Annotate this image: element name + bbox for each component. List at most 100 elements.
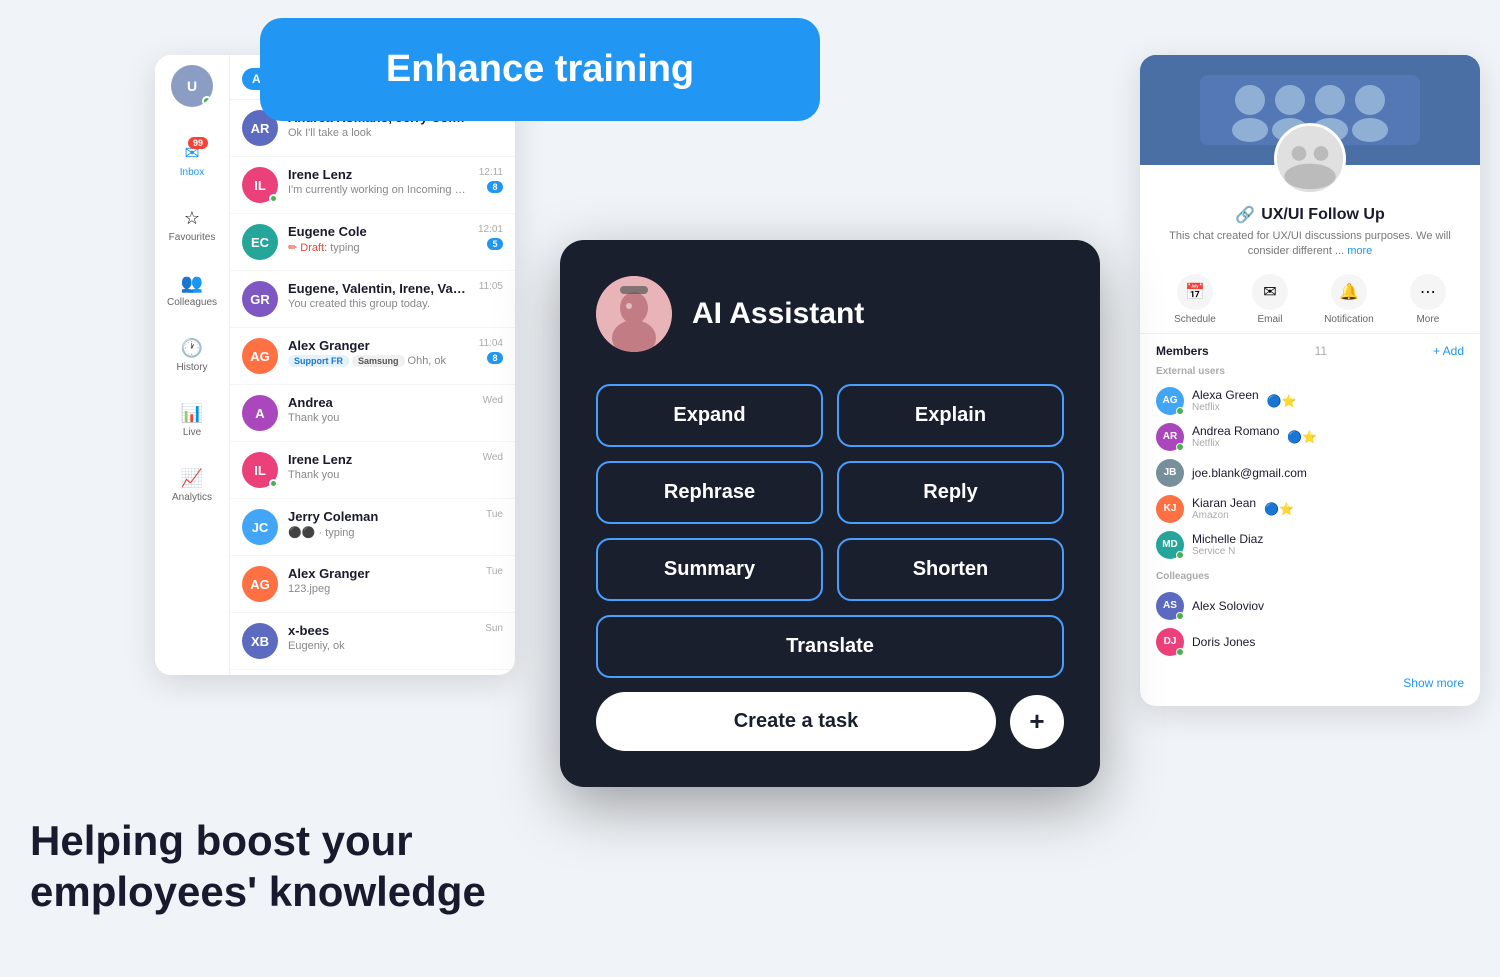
chat-info: Eugene, Valentin, Irene, Vasyly, E... Yo… — [288, 281, 469, 310]
chat-item[interactable]: AG Alex Granger Support FRSamsungOhh, ok… — [230, 328, 515, 385]
member-item[interactable]: KJ Kiaran Jean Amazon 🔵⭐ — [1156, 491, 1464, 527]
member-item[interactable]: JB joe.blank@gmail.com — [1156, 455, 1464, 491]
plus-button[interactable]: + — [1010, 695, 1064, 749]
online-dot — [1176, 407, 1184, 415]
status-dot — [269, 479, 278, 488]
ai-avatar — [596, 276, 672, 352]
more-link[interactable]: more — [1347, 245, 1372, 257]
member-item[interactable]: AR Andrea Romano Netflix 🔵⭐ — [1156, 419, 1464, 455]
member-icons: 🔵⭐ — [1287, 430, 1317, 444]
colleague-item[interactable]: DJ Doris Jones — [1156, 624, 1464, 660]
chat-time: 11:05 — [479, 281, 503, 292]
chat-avatar: EC — [242, 224, 278, 260]
action-email[interactable]: ✉ Email — [1252, 274, 1288, 325]
chat-time: Wed — [483, 452, 503, 463]
chat-info: Alex Granger Support FRSamsungOhh, ok — [288, 338, 469, 367]
sidebar-item-analytics[interactable]: 📈 Analytics — [155, 458, 229, 511]
action-schedule[interactable]: 📅 Schedule — [1174, 274, 1216, 325]
chat-preview: Eugeniy, ok — [288, 640, 475, 652]
link-icon: 🔗 — [1235, 205, 1255, 225]
members-count: 11 — [1315, 344, 1327, 358]
chat-preview: Thank you — [288, 412, 473, 424]
sidebar-item-live[interactable]: 📊 Live — [155, 393, 229, 446]
live-label: Live — [183, 427, 201, 438]
add-members-button[interactable]: + Add — [1433, 344, 1464, 358]
chat-meta: 12:01 5 — [478, 224, 503, 250]
chat-meta: Tue — [486, 509, 503, 520]
schedule-label: Schedule — [1174, 314, 1216, 325]
chat-item[interactable]: GR Eugene, Valentin, Irene, Vasyly, E...… — [230, 271, 515, 328]
chat-preview: I'm currently working on Incoming mes... — [288, 184, 469, 196]
member-name-section: Andrea Romano Netflix — [1192, 424, 1279, 449]
chat-meta: Sun — [485, 623, 503, 634]
chat-avatar: A — [242, 395, 278, 431]
right-panel: 🔗 UX/UI Follow Up This chat created for … — [1140, 55, 1480, 706]
chat-meta: Tue — [486, 566, 503, 577]
sidebar-item-history[interactable]: 🕐 History — [155, 328, 229, 381]
expand-button[interactable]: Expand — [596, 384, 823, 447]
member-name-section: joe.blank@gmail.com — [1192, 466, 1307, 480]
hero-text: Helping boost your employees' knowledge — [30, 816, 486, 917]
chat-avatar: XB — [242, 623, 278, 659]
colleagues-label: Colleagues — [167, 297, 217, 308]
channel-description: This chat created for UX/UI discussions … — [1156, 229, 1464, 260]
member-avatar: AG — [1156, 387, 1184, 415]
chat-time: Sun — [485, 623, 503, 634]
action-more[interactable]: ⋯ More — [1410, 274, 1446, 325]
create-task-button[interactable]: Create a task — [596, 692, 996, 751]
member-avatar: MD — [1156, 531, 1184, 559]
chat-item[interactable]: EC Eugene Cole ✏ Draft: typing 12:01 5 — [230, 214, 515, 271]
chat-info: Irene Lenz I'm currently working on Inco… — [288, 167, 469, 196]
colleagues-label: Colleagues — [1156, 571, 1464, 582]
external-users-label: External users — [1156, 366, 1464, 377]
sidebar-item-inbox[interactable]: ✉ 99 Inbox — [155, 133, 229, 186]
analytics-icon: 📈 — [180, 466, 204, 490]
sidebar-item-favourites[interactable]: ☆ Favourites — [155, 198, 229, 251]
chat-item[interactable]: XB x-bees Eugeniy, ok Sun — [230, 613, 515, 670]
chat-info: Eugene Cole ✏ Draft: typing — [288, 224, 468, 254]
notification-label: Notification — [1324, 314, 1373, 325]
chat-tag: Support FR — [288, 355, 349, 367]
colleague-name: Alex Soloviov — [1192, 599, 1464, 613]
action-notification[interactable]: 🔔 Notification — [1324, 274, 1373, 325]
members-section: Members 11 + Add External users AG Alexa… — [1140, 334, 1480, 670]
shorten-button[interactable]: Shorten — [837, 538, 1064, 601]
reply-button[interactable]: Reply — [837, 461, 1064, 524]
members-header: Members 11 + Add — [1156, 344, 1464, 358]
chat-time: 12:01 — [478, 224, 503, 235]
chat-item[interactable]: JC Jerry Coleman ⚫⚫ · typing Tue — [230, 499, 515, 556]
member-name: Michelle Diaz — [1192, 532, 1263, 546]
online-indicator — [202, 96, 212, 106]
colleague-item[interactable]: AS Alex Soloviov — [1156, 588, 1464, 624]
chat-item[interactable]: IL Irene Lenz Thank you Wed — [230, 442, 515, 499]
translate-button[interactable]: Translate — [596, 615, 1064, 678]
chat-item[interactable]: IL Irene Lenz I'm currently working on I… — [230, 157, 515, 214]
chat-list-content: All 🔍 AR Andrea Romano, Jerry Coleman Ok… — [230, 55, 515, 675]
chat-avatar: AG — [242, 566, 278, 602]
ai-bottom: Create a task + — [596, 692, 1064, 751]
chat-preview: You created this group today. — [288, 298, 469, 310]
sidebar-item-colleagues[interactable]: 👥 Colleagues — [155, 263, 229, 316]
chat-items-container: AR Andrea Romano, Jerry Coleman Ok I'll … — [230, 100, 515, 670]
show-more-button[interactable]: Show more — [1140, 670, 1480, 690]
chat-name: Alex Granger — [288, 566, 476, 581]
chat-avatar: GR — [242, 281, 278, 317]
member-item[interactable]: AG Alexa Green Netflix 🔵⭐ — [1156, 383, 1464, 419]
translate-row: Translate — [596, 615, 1064, 678]
explain-button[interactable]: Explain — [837, 384, 1064, 447]
chat-time: 11:04 — [479, 338, 503, 349]
chat-info: Andrea Thank you — [288, 395, 473, 424]
unread-badge: 8 — [487, 181, 503, 193]
user-avatar[interactable]: U — [171, 65, 213, 107]
history-label: History — [176, 362, 207, 373]
summary-button[interactable]: Summary — [596, 538, 823, 601]
chat-item[interactable]: A Andrea Thank you Wed — [230, 385, 515, 442]
chat-item[interactable]: AG Alex Granger 123.jpeg Tue — [230, 556, 515, 613]
member-name: Alexa Green — [1192, 388, 1259, 402]
chat-preview: Support FRSamsungOhh, ok — [288, 355, 469, 367]
email-label: Email — [1257, 314, 1282, 325]
chat-preview: Thank you — [288, 469, 473, 481]
member-avatar: KJ — [1156, 495, 1184, 523]
rephrase-button[interactable]: Rephrase — [596, 461, 823, 524]
member-item[interactable]: MD Michelle Diaz Service N — [1156, 527, 1464, 563]
